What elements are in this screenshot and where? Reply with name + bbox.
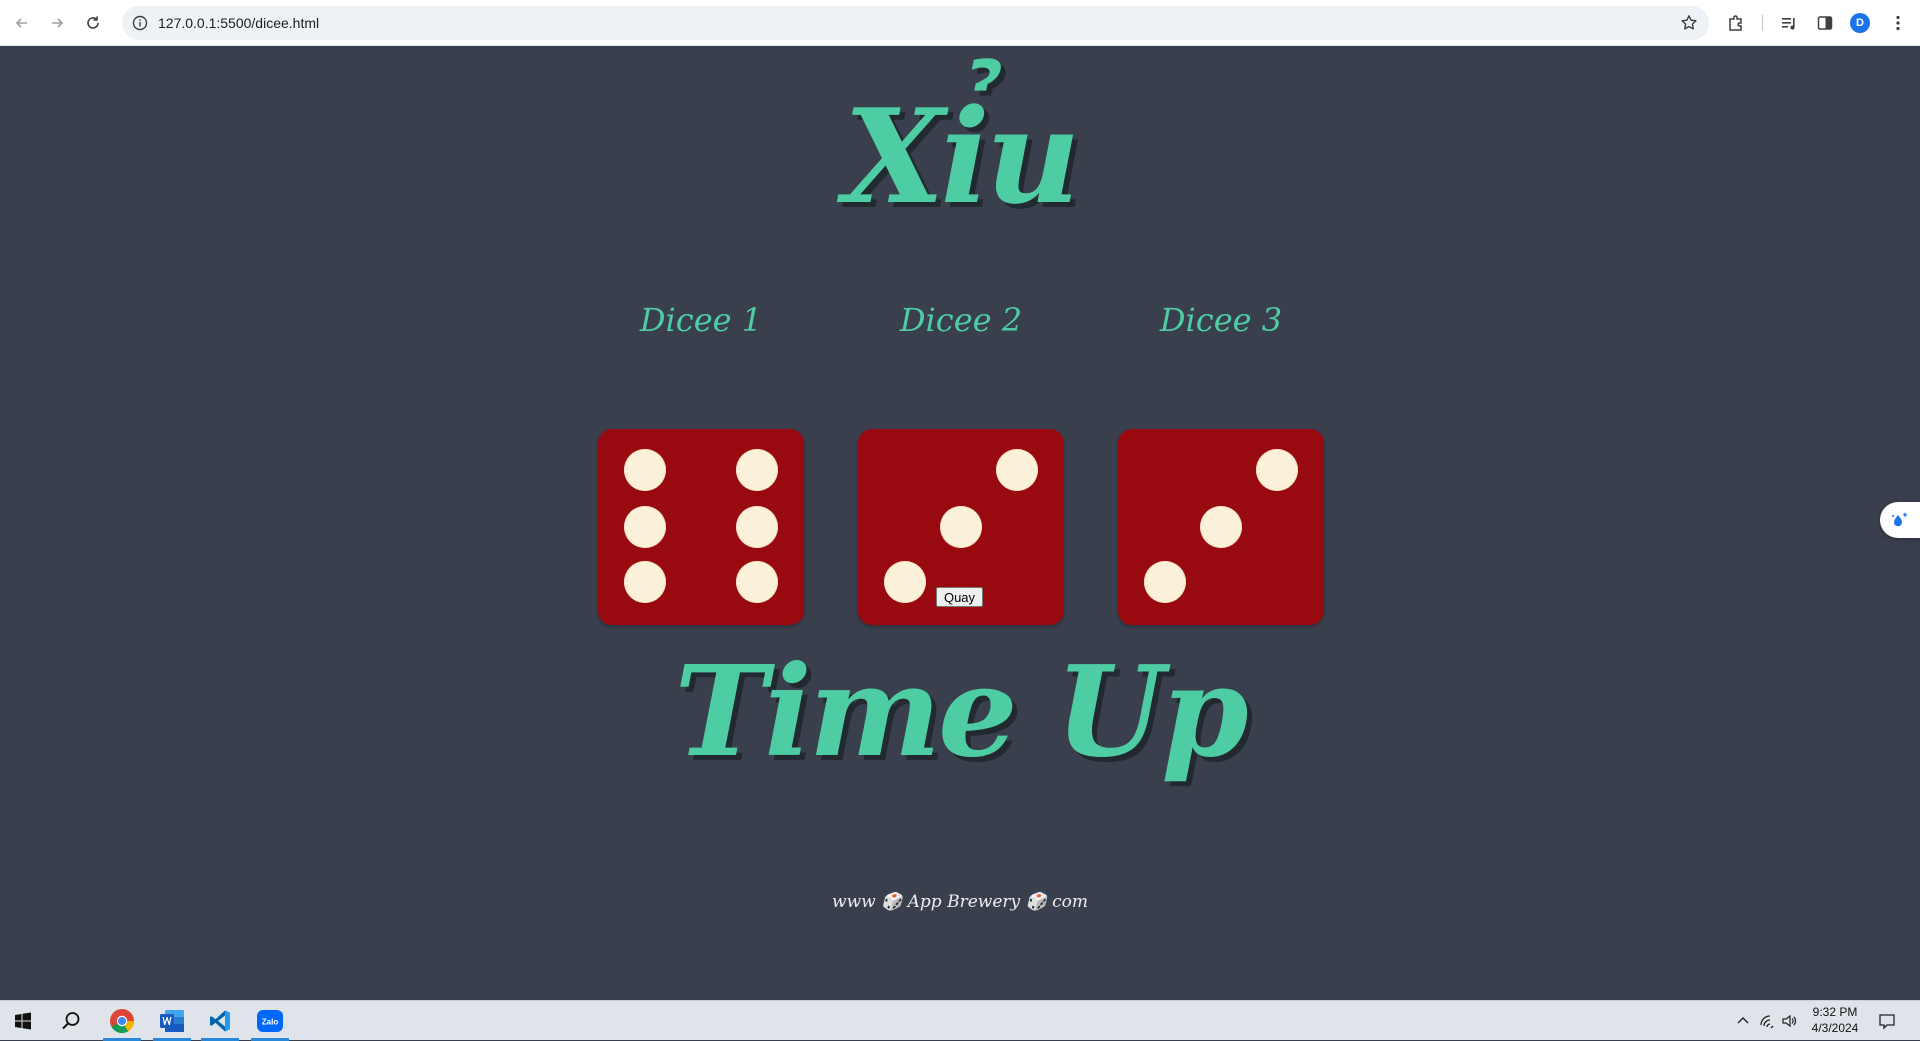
chrome-icon [110, 1009, 134, 1034]
reload-icon [87, 16, 99, 29]
back-button[interactable] [10, 11, 34, 35]
url-text: 127.0.0.1:5500/dicee.html [158, 15, 320, 31]
dice-pip [940, 506, 982, 548]
network-icon[interactable] [1757, 1011, 1777, 1031]
forward-button[interactable] [45, 11, 69, 35]
taskbar-app-vscode[interactable] [197, 1001, 243, 1041]
dice-label: Dicee 1 [639, 301, 763, 339]
extensions-icon[interactable] [1724, 11, 1748, 35]
dice-pip [624, 506, 666, 548]
clock-time: 9:32 PM [1812, 1005, 1858, 1019]
toolbar-divider [1762, 15, 1763, 31]
dice-pip [736, 506, 778, 548]
dice-pip [996, 449, 1038, 491]
clock-date: 4/3/2024 [1811, 1021, 1859, 1035]
start-button[interactable] [0, 1001, 46, 1041]
dice-label: Dicee 2 [899, 301, 1023, 339]
search-button[interactable] [48, 1001, 94, 1041]
taskbar-app-zalo[interactable]: Zalo [247, 1001, 293, 1041]
dice-pip [624, 561, 666, 603]
dice-pip [1256, 449, 1298, 491]
profile-avatar[interactable]: D [1850, 13, 1870, 33]
taskbar-app-chrome[interactable] [99, 1001, 145, 1041]
back-arrow-icon [15, 18, 27, 28]
dice-face [1118, 429, 1324, 625]
taskbar-app-word[interactable] [149, 1001, 195, 1041]
bookmark-star-icon[interactable] [1679, 13, 1699, 33]
dice-pip [736, 449, 778, 491]
dice-pip [884, 561, 926, 603]
forward-arrow-icon [52, 18, 64, 28]
address-bar[interactable]: 127.0.0.1:5500/dicee.html [122, 6, 1709, 40]
vscode-icon [210, 1010, 230, 1032]
dice-pip [1200, 506, 1242, 548]
dice-pip [1144, 561, 1186, 603]
system-clock[interactable]: 9:32 PM 4/3/2024 [1800, 1004, 1870, 1036]
sparkle-drop-icon [1892, 512, 1908, 527]
word-icon [160, 1010, 184, 1032]
side-assistant-button[interactable] [1880, 502, 1920, 538]
dice-label: Dicee 3 [1159, 301, 1283, 339]
search-icon [62, 1012, 80, 1030]
result-text: Time Up [674, 639, 1248, 785]
browser-toolbar: 127.0.0.1:5500/dicee.html D [0, 0, 1920, 46]
side-panel-icon[interactable] [1813, 11, 1837, 35]
dice-pip [624, 449, 666, 491]
dice-pip [736, 561, 778, 603]
zalo-icon-label: Zalo [262, 1018, 279, 1027]
windows-taskbar: Zalo 9:32 PM 4/3/2024 [0, 1000, 1920, 1041]
windows-logo-icon [15, 1012, 31, 1030]
dice-face [598, 429, 804, 625]
menu-kebab-icon[interactable] [1886, 11, 1910, 35]
volume-icon[interactable] [1779, 1011, 1799, 1031]
footer-credit: www 🎲 App Brewery 🎲 com [832, 892, 1088, 912]
media-controls-icon[interactable] [1777, 11, 1801, 35]
reload-button[interactable] [81, 11, 105, 35]
site-info-icon[interactable] [130, 13, 150, 33]
notifications-icon[interactable] [1877, 1011, 1897, 1031]
page-content: Xỉu Dicee 1 Dicee 2 Dicee 3 Quay Time Up… [0, 47, 1920, 999]
zalo-icon: Zalo [257, 1010, 283, 1032]
tray-overflow-chevron-icon[interactable] [1733, 1011, 1753, 1031]
page-title: Xỉu [843, 80, 1081, 233]
roll-button[interactable]: Quay [936, 587, 983, 607]
